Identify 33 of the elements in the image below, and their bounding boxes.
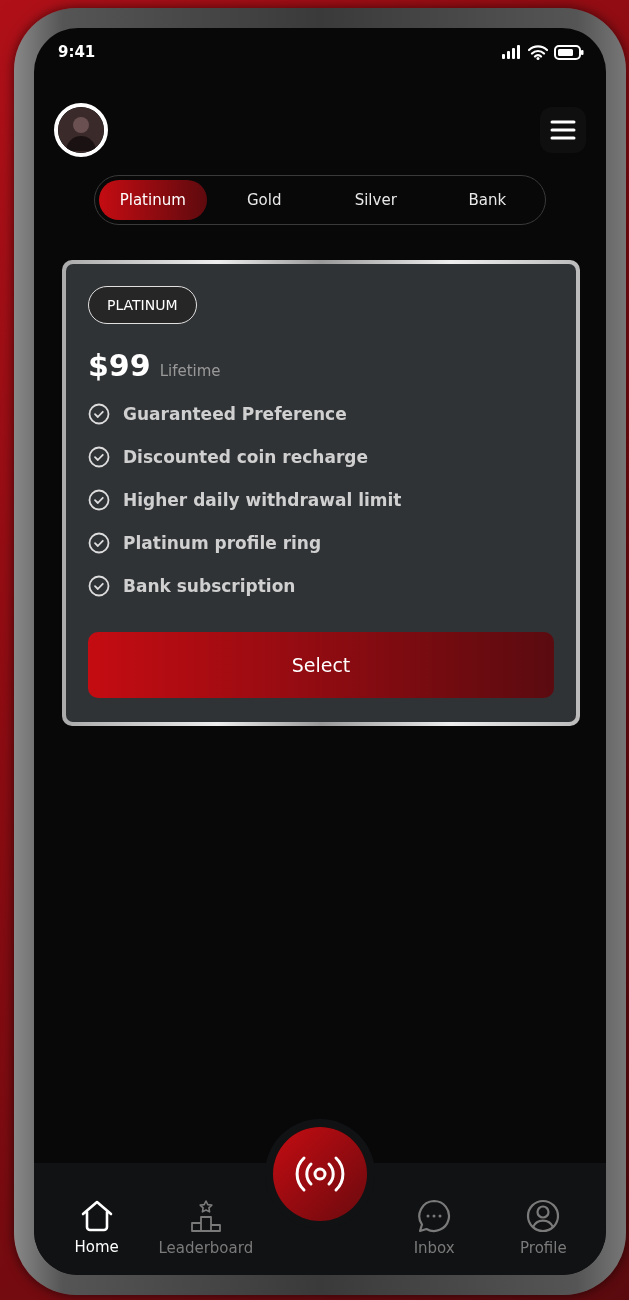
- chat-bubble-icon: [417, 1199, 452, 1233]
- home-tab[interactable]: Home: [46, 1182, 147, 1256]
- podium-icon: [188, 1199, 223, 1233]
- home-icon: [79, 1200, 114, 1232]
- select-button[interactable]: Select: [88, 632, 554, 698]
- plan-badge: PLATINUM: [88, 286, 197, 324]
- tab[interactable]: Platinum: [99, 180, 207, 220]
- leaderboard-tab[interactable]: Leaderboard: [155, 1181, 256, 1257]
- feature-text: Higher daily withdrawal limit: [123, 490, 402, 510]
- feature-text: Discounted coin recharge: [123, 447, 368, 467]
- tab[interactable]: Bank: [433, 180, 541, 220]
- status-time: 9:41: [58, 43, 96, 61]
- feature-text: Platinum profile ring: [123, 533, 322, 553]
- check-circle-icon: [88, 489, 110, 511]
- check-circle-icon: [88, 575, 110, 597]
- signal-icon: [502, 45, 522, 59]
- check-circle-icon: [88, 446, 110, 468]
- avatar[interactable]: [54, 103, 108, 157]
- tab[interactable]: Gold: [210, 180, 318, 220]
- check-circle-icon: [88, 532, 110, 554]
- profile-tab[interactable]: Profile: [493, 1181, 594, 1257]
- user-circle-icon: [526, 1199, 561, 1233]
- price-period: Lifetime: [159, 362, 221, 380]
- feature-text: Bank subscription: [123, 576, 296, 596]
- price: $99: [88, 348, 151, 383]
- inbox-tab[interactable]: Inbox: [384, 1181, 485, 1257]
- feature-text: Guaranteed Preference: [123, 404, 347, 424]
- battery-icon: [554, 44, 584, 60]
- check-circle-icon: [88, 403, 110, 425]
- menu-icon: [550, 119, 576, 141]
- menu-button[interactable]: [540, 107, 586, 153]
- tab[interactable]: Silver: [322, 180, 430, 220]
- wifi-icon: [528, 44, 548, 60]
